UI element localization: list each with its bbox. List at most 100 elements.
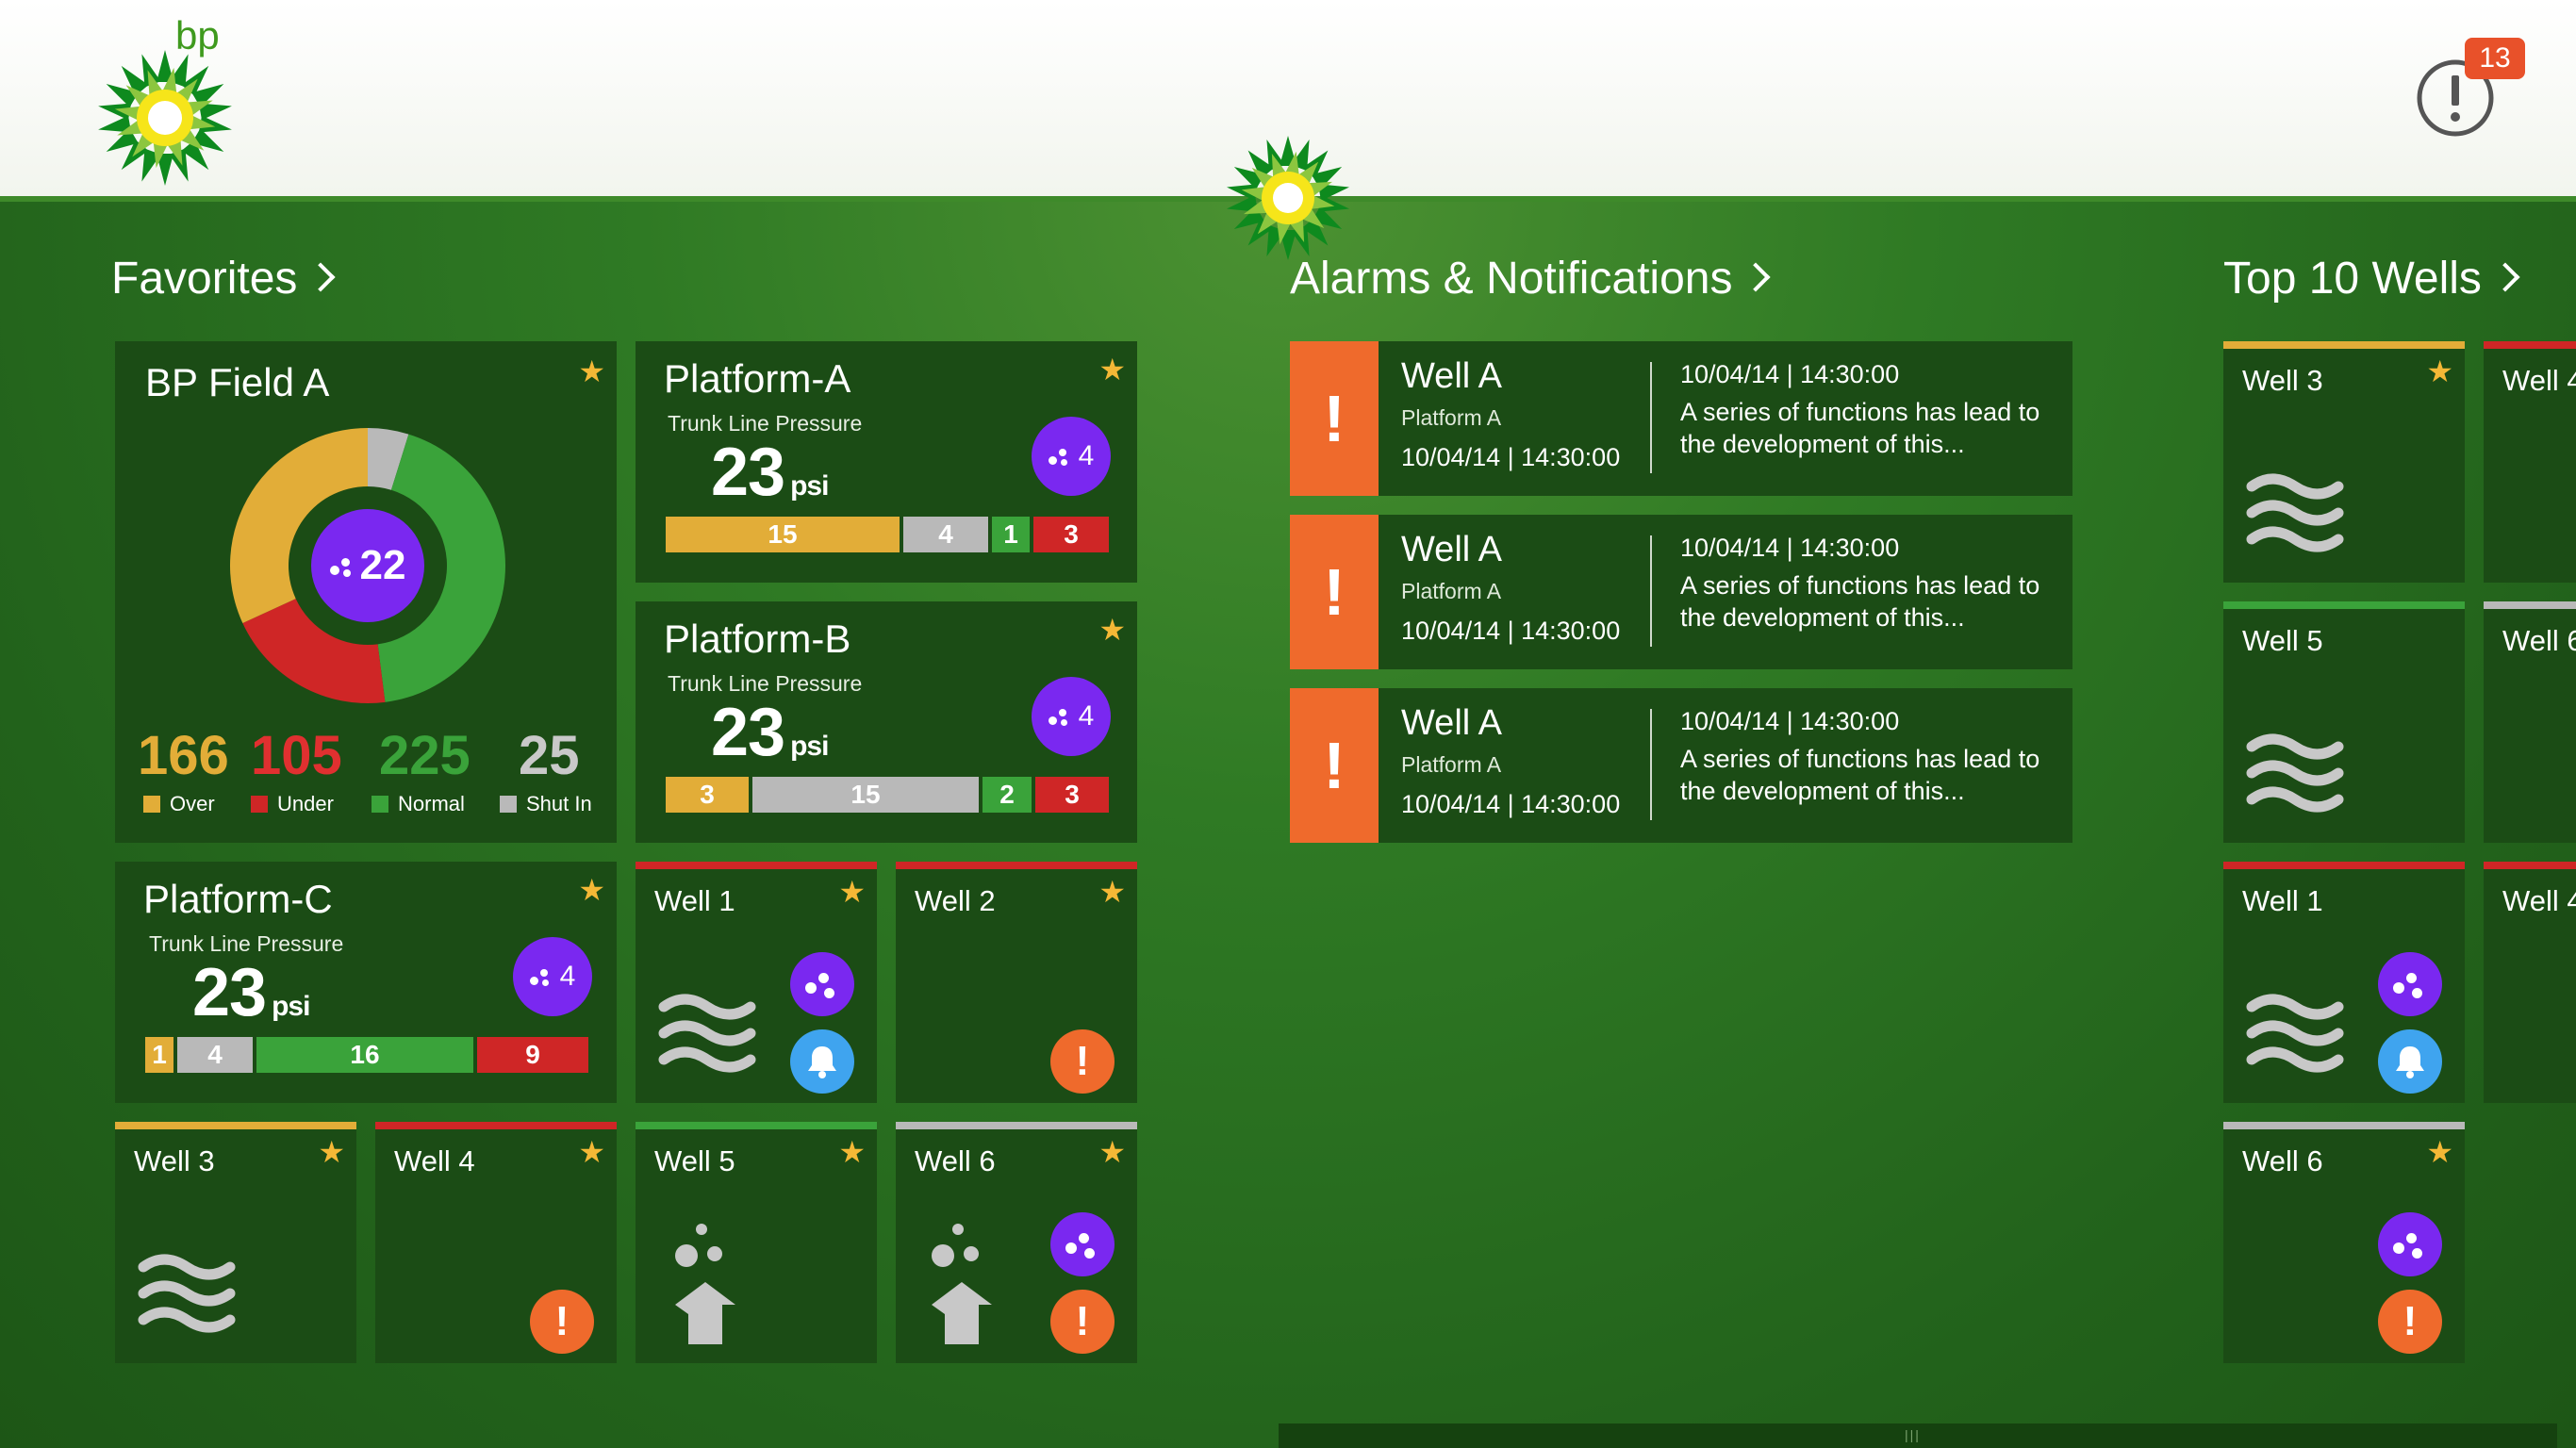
favorite-star-icon[interactable]: ★ bbox=[2426, 1137, 2453, 1167]
alert-icon[interactable]: ! bbox=[1050, 1029, 1115, 1094]
top-well-3-tile[interactable]: Well 3 ★ bbox=[2223, 341, 2465, 583]
platform-b-tile[interactable]: Platform-B ★ Trunk Line Pressure 23 psi 4… bbox=[636, 601, 1137, 843]
favorite-star-icon[interactable]: ★ bbox=[578, 875, 605, 905]
favorite-well-3-tile[interactable]: Well 3 ★ bbox=[115, 1122, 356, 1363]
top-well-edge-tile[interactable]: Well 4 bbox=[2484, 862, 2576, 1103]
legend-normal-label: Normal bbox=[398, 792, 465, 815]
top-well-edge-tile[interactable]: Well 4 bbox=[2484, 341, 2576, 583]
alert-icon[interactable]: ! bbox=[1050, 1290, 1115, 1354]
bar-under: 9 bbox=[477, 1037, 588, 1073]
platform-a-unit: psi bbox=[790, 470, 829, 502]
divider bbox=[1650, 535, 1652, 647]
favorite-star-icon[interactable]: ★ bbox=[1098, 354, 1126, 385]
platform-a-wells-badge[interactable]: 4 bbox=[1032, 417, 1111, 496]
top-well-6-tile[interactable]: Well 6 ★ ! bbox=[2223, 1122, 2465, 1363]
well-title: Well 4 bbox=[2502, 884, 2576, 917]
wells-dots-icon[interactable] bbox=[2378, 952, 2442, 1016]
alarms-title: Alarms & Notifications bbox=[1290, 254, 1733, 304]
notification-item[interactable]: ! Well A Platform A 10/04/14 | 14:30:00 … bbox=[1290, 515, 2072, 669]
alert-icon[interactable]: ! bbox=[2378, 1290, 2442, 1354]
platform-c-wells-badge[interactable]: 4 bbox=[513, 937, 592, 1016]
platform-b-unit: psi bbox=[790, 731, 829, 762]
chevron-right-icon bbox=[1741, 262, 1772, 292]
shutin-swatch bbox=[500, 796, 517, 813]
alarms-header[interactable]: Alarms & Notifications bbox=[1290, 253, 1772, 304]
alert-icon[interactable]: ! bbox=[530, 1290, 594, 1354]
well-title: Well 3 bbox=[134, 1144, 215, 1177]
wave-icon bbox=[2246, 994, 2344, 1073]
bp-logo[interactable] bbox=[94, 47, 236, 193]
wave-icon bbox=[138, 1254, 236, 1333]
favorite-star-icon[interactable]: ★ bbox=[1098, 877, 1126, 907]
stat-over-value: 166 bbox=[138, 725, 229, 786]
favorite-star-icon[interactable]: ★ bbox=[1098, 1137, 1126, 1167]
platform-b-pressure: 23 psi bbox=[711, 694, 829, 771]
favorites-title: Favorites bbox=[111, 254, 298, 304]
favorite-star-icon[interactable]: ★ bbox=[578, 1137, 605, 1167]
legend-under-label: Under bbox=[277, 792, 334, 815]
bell-icon[interactable] bbox=[790, 1029, 854, 1094]
wells-dots-icon[interactable] bbox=[1050, 1212, 1115, 1276]
wave-icon bbox=[658, 994, 756, 1073]
notification-well: Well A bbox=[1401, 530, 1503, 569]
platform-c-status-bar: 1 4 16 9 bbox=[145, 1037, 594, 1073]
wells-dots-icon bbox=[1048, 445, 1075, 468]
notification-well: Well A bbox=[1401, 703, 1503, 743]
platform-c-tile[interactable]: Platform-C ★ Trunk Line Pressure 23 psi 4… bbox=[115, 862, 617, 1103]
scrollbar-grip-icon[interactable]: ||| bbox=[1905, 1427, 1921, 1442]
over-swatch bbox=[143, 796, 160, 813]
favorite-star-icon[interactable]: ★ bbox=[838, 877, 866, 907]
well-title: Well 6 bbox=[2502, 624, 2576, 657]
bar-normal: 2 bbox=[983, 777, 1032, 813]
notification-date: 10/04/14 | 14:30:00 bbox=[1401, 443, 1621, 471]
favorite-star-icon[interactable]: ★ bbox=[2426, 356, 2453, 387]
top-well-edge-tile[interactable]: Well 6 bbox=[2484, 601, 2576, 843]
favorite-star-icon[interactable]: ★ bbox=[838, 1137, 866, 1167]
well-title: Well 2 bbox=[915, 884, 996, 917]
top-well-5-tile[interactable]: Well 5 bbox=[2223, 601, 2465, 843]
platform-c-title: Platform-C bbox=[143, 877, 333, 921]
platform-b-value: 23 bbox=[711, 695, 785, 770]
legend-over-label: Over bbox=[170, 792, 215, 815]
well-title: Well 1 bbox=[2242, 884, 2323, 917]
field-tile[interactable]: BP Field A ★ 22 166 105 225 25 Over Unde… bbox=[115, 341, 617, 843]
favorite-star-icon[interactable]: ★ bbox=[1098, 615, 1126, 645]
top10-header[interactable]: Top 10 Wells bbox=[2223, 253, 2520, 304]
wells-dots-icon[interactable] bbox=[790, 952, 854, 1016]
bar-normal: 16 bbox=[256, 1037, 473, 1073]
top-well-1-tile[interactable]: Well 1 bbox=[2223, 862, 2465, 1103]
notification-item[interactable]: ! Well A Platform A 10/04/14 | 14:30:00 … bbox=[1290, 688, 2072, 843]
bar-normal: 1 bbox=[992, 517, 1030, 552]
well-title: Well 5 bbox=[654, 1144, 735, 1177]
notification-message: A series of functions has lead to the de… bbox=[1680, 398, 2040, 458]
bar-shut-in: 4 bbox=[177, 1037, 253, 1073]
notification-date: 10/04/14 | 14:30:00 bbox=[1401, 617, 1621, 645]
favorite-star-icon[interactable]: ★ bbox=[318, 1137, 345, 1167]
platform-a-title: Platform-A bbox=[664, 356, 851, 401]
bell-icon[interactable] bbox=[2378, 1029, 2442, 1094]
legend-under: Under bbox=[251, 792, 334, 816]
pump-jack-icon bbox=[932, 1224, 992, 1344]
platform-b-status-bar: 3 15 2 3 bbox=[666, 777, 1109, 813]
divider bbox=[1650, 362, 1652, 473]
favorite-well-4-tile[interactable]: Well 4 ★ ! bbox=[375, 1122, 617, 1363]
wells-dots-icon[interactable] bbox=[2378, 1212, 2442, 1276]
platform-a-tile[interactable]: Platform-A ★ Trunk Line Pressure 23 psi 4… bbox=[636, 341, 1137, 583]
favorite-star-icon[interactable]: ★ bbox=[578, 356, 605, 387]
alert-count-badge: 13 bbox=[2465, 38, 2525, 79]
favorite-well-1-tile[interactable]: Well 1 ★ bbox=[636, 862, 877, 1103]
notification-item[interactable]: ! Well A Platform A 10/04/14 | 14:30:00 … bbox=[1290, 341, 2072, 496]
notification-message: A series of functions has lead to the de… bbox=[1680, 745, 2040, 805]
notification-timestamp: 10/04/14 | 14:30:00 bbox=[1680, 360, 1900, 388]
notification-platform: Platform A bbox=[1401, 405, 1502, 430]
favorite-well-6-tile[interactable]: Well 6 ★ ! bbox=[896, 1122, 1137, 1363]
platform-c-value: 23 bbox=[192, 955, 267, 1030]
wells-dots-icon bbox=[329, 554, 356, 577]
alert-icon: ! bbox=[1290, 688, 1379, 843]
platform-b-wells-badge[interactable]: 4 bbox=[1032, 677, 1111, 756]
favorites-header[interactable]: Favorites bbox=[111, 253, 336, 304]
favorite-well-2-tile[interactable]: Well 2 ★ ! bbox=[896, 862, 1137, 1103]
chevron-right-icon bbox=[2490, 262, 2520, 292]
favorite-well-5-tile[interactable]: Well 5 ★ bbox=[636, 1122, 877, 1363]
well-title: Well 5 bbox=[2242, 624, 2323, 657]
